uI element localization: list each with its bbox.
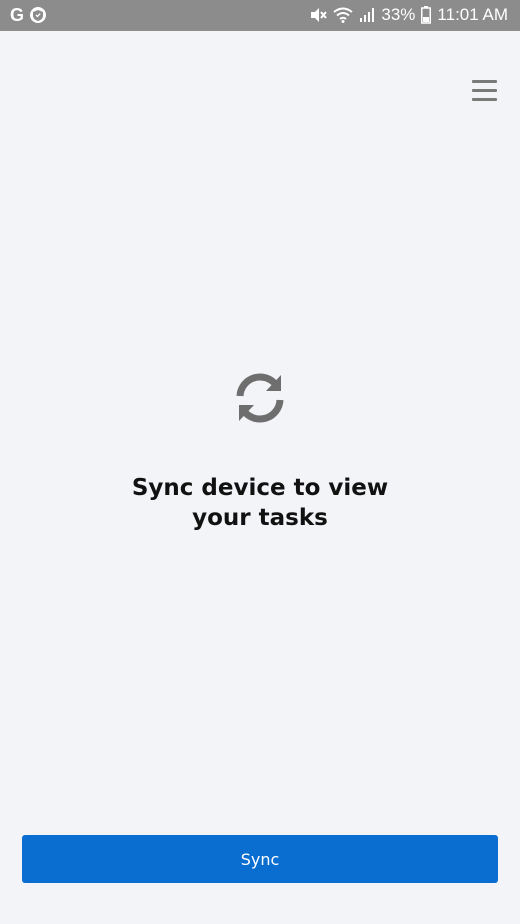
battery-icon	[421, 6, 432, 24]
status-bar: G 33% 11:01 AM	[0, 0, 520, 31]
google-icon: G	[10, 5, 25, 25]
sync-button[interactable]: Sync	[22, 835, 498, 883]
status-time: 11:01 AM	[437, 5, 508, 24]
signal-icon	[359, 7, 375, 23]
wifi-icon	[333, 7, 354, 23]
sync-icon	[228, 366, 292, 430]
hamburger-menu-icon[interactable]	[468, 78, 500, 104]
status-left-icons: G	[10, 5, 47, 25]
empty-state-line-1: Sync device to view	[131, 475, 389, 501]
mute-icon	[309, 6, 328, 24]
battery-percent: 33%	[381, 5, 416, 24]
empty-state-line-2: your tasks	[192, 505, 328, 531]
empty-state-message: Sync device to view your tasks	[60, 473, 460, 533]
shield-icon	[30, 7, 47, 23]
status-right-icons: 33% 11:01 AM	[309, 5, 508, 25]
